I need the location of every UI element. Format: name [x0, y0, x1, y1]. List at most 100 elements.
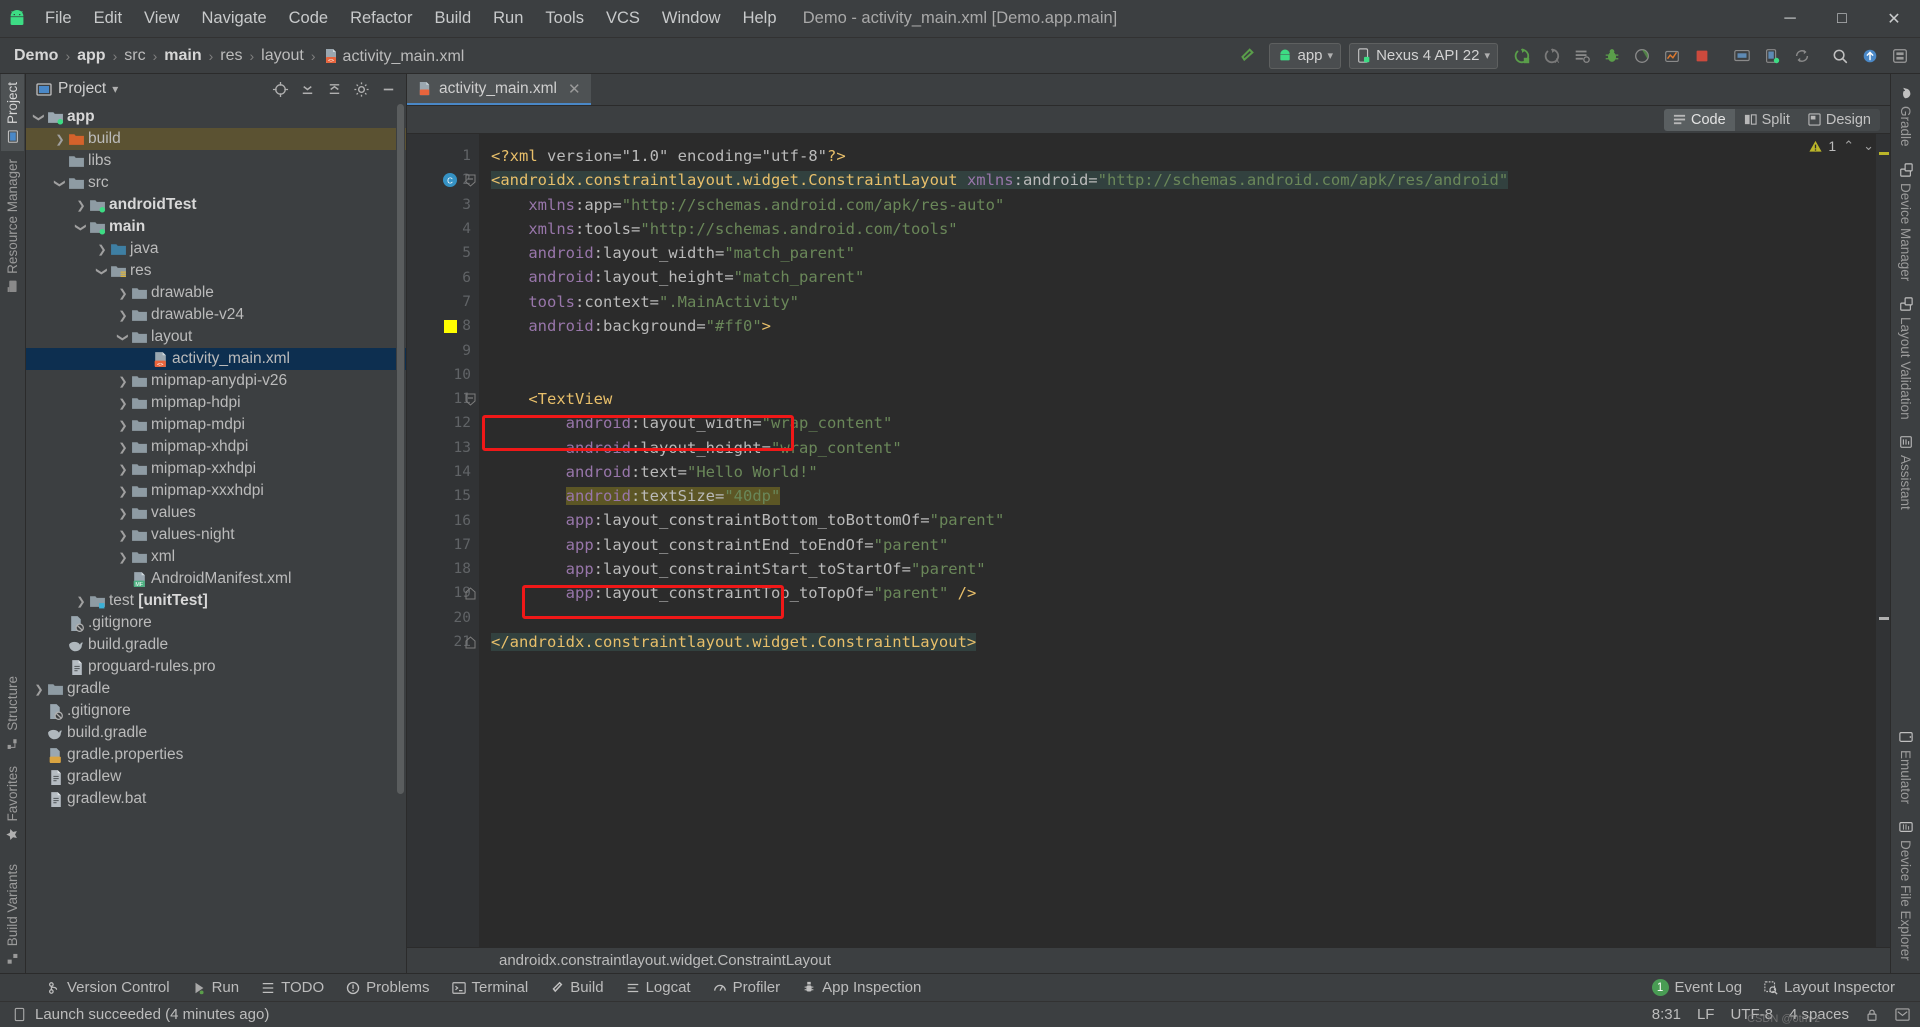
chevron-right-icon[interactable]: ❯: [53, 133, 67, 146]
tree-item-gradlew[interactable]: gradlew: [26, 766, 406, 788]
lock-icon[interactable]: [1865, 1008, 1879, 1022]
code-line[interactable]: [491, 363, 1876, 387]
tree-item-gradle[interactable]: ❯ gradle: [26, 678, 406, 700]
close-button[interactable]: ✕: [1868, 0, 1920, 38]
chevron-right-icon[interactable]: ❯: [74, 595, 88, 608]
tree-item-mipmap-xxxhdpi[interactable]: ❯ mipmap-xxxhdpi: [26, 480, 406, 502]
class-marker-icon[interactable]: C: [441, 171, 459, 189]
tree-item-build-gradle[interactable]: build.gradle: [26, 722, 406, 744]
code-line[interactable]: android:layout_width="wrap_content": [491, 411, 1876, 435]
tool-window-layout-inspector[interactable]: Layout Inspector: [1753, 976, 1906, 999]
breadcrumb-main[interactable]: main: [160, 45, 205, 67]
menu-tools[interactable]: Tools: [534, 5, 595, 32]
breadcrumb-src[interactable]: src: [120, 45, 149, 67]
menu-view[interactable]: View: [133, 5, 190, 32]
chevron-right-icon[interactable]: ❯: [116, 397, 130, 410]
run-coverage-button[interactable]: [1628, 42, 1656, 70]
tree-item-drawable[interactable]: ❯ drawable: [26, 282, 406, 304]
code-line[interactable]: app:layout_constraintTop_toTopOf="parent…: [491, 581, 1876, 605]
stop-button[interactable]: [1688, 42, 1716, 70]
fold-open-icon[interactable]: [463, 171, 477, 189]
tree-item-res[interactable]: ❯ res: [26, 260, 406, 282]
tree-item-values[interactable]: ❯ values: [26, 502, 406, 524]
menu-code[interactable]: Code: [278, 5, 339, 32]
line-separator[interactable]: LF: [1697, 1006, 1715, 1023]
chevron-right-icon[interactable]: ❯: [116, 485, 130, 498]
tree-item-libs[interactable]: libs: [26, 150, 406, 172]
code-line[interactable]: android:layout_height="match_parent": [491, 265, 1876, 289]
code-line[interactable]: app:layout_constraintEnd_toEndOf="parent…: [491, 533, 1876, 557]
menu-file[interactable]: File: [34, 5, 83, 32]
tree-item-activity-main-xml[interactable]: <> activity_main.xml: [26, 348, 406, 370]
menu-help[interactable]: Help: [732, 5, 788, 32]
tree-item-java[interactable]: ❯ java: [26, 238, 406, 260]
tree-item-mipmap-mdpi[interactable]: ❯ mipmap-mdpi: [26, 414, 406, 436]
project-tree[interactable]: ❯ app ❯ build libs ❯ src ❯ androidTest ❯ main ❯ java…: [26, 104, 406, 973]
maximize-button[interactable]: □: [1816, 0, 1868, 38]
code-line[interactable]: tools:context=".MainActivity": [491, 290, 1876, 314]
gradle-sync-icon[interactable]: [1788, 42, 1816, 70]
target-crosshair-icon[interactable]: [268, 77, 292, 101]
search-icon[interactable]: [1826, 42, 1854, 70]
tree-item-gradle-properties[interactable]: gradle.properties: [26, 744, 406, 766]
tree-item-mipmap-xhdpi[interactable]: ❯ mipmap-xhdpi: [26, 436, 406, 458]
gear-icon[interactable]: [349, 77, 373, 101]
menu-run[interactable]: Run: [482, 5, 534, 32]
tool-window-logcat[interactable]: Logcat: [615, 976, 702, 999]
sidebar-item-structure[interactable]: Structure: [1, 668, 24, 758]
sidebar-item-emulator[interactable]: Emulator: [1894, 722, 1917, 812]
mode-split-button[interactable]: Split: [1734, 108, 1799, 131]
tool-window-app-inspection[interactable]: App Inspection: [791, 976, 932, 999]
chevron-down-icon[interactable]: ❯: [33, 110, 46, 124]
code-line[interactable]: xmlns:app="http://schemas.android.com/ap…: [491, 193, 1876, 217]
tree-item-src[interactable]: ❯ src: [26, 172, 406, 194]
chevron-right-icon[interactable]: ❯: [32, 683, 46, 696]
tree-item-proguard-rules-pro[interactable]: proguard-rules.pro: [26, 656, 406, 678]
sidebar-item-gradle[interactable]: Gradle: [1894, 78, 1917, 155]
tree-item-test-unittest[interactable]: ❯ test [unitTest]: [26, 590, 406, 612]
code-line[interactable]: [491, 338, 1876, 362]
breadcrumb-layout[interactable]: layout: [257, 45, 308, 67]
code-line[interactable]: <TextView: [491, 387, 1876, 411]
caret-position[interactable]: 8:31: [1652, 1006, 1681, 1023]
line-number-gutter[interactable]: 1 C 2 3 4 5 6 7 8 9 10 11 12 13 14 15 16 17 18 19 20 21: [407, 134, 479, 947]
tree-item-mipmap-xxhdpi[interactable]: ❯ mipmap-xxhdpi: [26, 458, 406, 480]
code-line[interactable]: <?xml version="1.0" encoding="utf-8"?>: [491, 144, 1876, 168]
code-line[interactable]: [491, 606, 1876, 630]
mode-code-button[interactable]: Code: [1663, 108, 1735, 131]
sidebar-item-layout-validation[interactable]: Layout Validation: [1894, 289, 1917, 428]
tree-item-mipmap-anydpi-v26[interactable]: ❯ mipmap-anydpi-v26: [26, 370, 406, 392]
minimize-icon[interactable]: [376, 77, 400, 101]
chevron-right-icon[interactable]: ❯: [116, 551, 130, 564]
tree-item-gradlew-bat[interactable]: gradlew.bat: [26, 788, 406, 810]
breadcrumb-file[interactable]: <> activity_main.xml: [319, 43, 469, 68]
chevron-right-icon[interactable]: ❯: [116, 287, 130, 300]
chevron-right-icon[interactable]: ❯: [116, 419, 130, 432]
code-line[interactable]: xmlns:tools="http://schemas.android.com/…: [491, 217, 1876, 241]
chevron-right-icon[interactable]: ❯: [74, 199, 88, 212]
sidebar-item-device-file-explorer[interactable]: Device File Explorer: [1894, 812, 1917, 973]
color-swatch-icon[interactable]: [441, 317, 459, 335]
tree-item-androidtest[interactable]: ❯ androidTest: [26, 194, 406, 216]
next-problem-icon[interactable]: ⌄: [1861, 138, 1876, 154]
tool-window-event-log[interactable]: 1 Event Log: [1641, 976, 1754, 999]
fold-open-icon[interactable]: [463, 390, 477, 408]
code-content[interactable]: <?xml version="1.0" encoding="utf-8"?> <a…: [479, 134, 1876, 947]
tab-activity-main-xml[interactable]: activity_main.xml ✕: [407, 74, 591, 105]
chevron-right-icon[interactable]: ❯: [116, 529, 130, 542]
run-button[interactable]: [1508, 42, 1536, 70]
tree-item-values-night[interactable]: ❯ values-night: [26, 524, 406, 546]
run-configuration-selector[interactable]: app ▾: [1268, 42, 1342, 69]
menu-build[interactable]: Build: [423, 5, 482, 32]
mode-design-button[interactable]: Design: [1798, 108, 1880, 131]
minimize-button[interactable]: ─: [1764, 0, 1816, 38]
device-target-selector[interactable]: Nexus 4 API 22 ▾: [1349, 42, 1498, 69]
tool-window-profiler[interactable]: Profiler: [702, 976, 792, 999]
tree-item-drawable-v24[interactable]: ❯ drawable-v24: [26, 304, 406, 326]
sdk-manager-button[interactable]: [1758, 42, 1786, 70]
code-line[interactable]: </androidx.constraintlayout.widget.Const…: [491, 630, 1876, 654]
tool-window-todo[interactable]: TODO: [250, 976, 335, 999]
tree-item-gitignore[interactable]: .gitignore: [26, 700, 406, 722]
attach-debugger-icon[interactable]: [1568, 42, 1596, 70]
tree-item-build[interactable]: ❯ build: [26, 128, 406, 150]
